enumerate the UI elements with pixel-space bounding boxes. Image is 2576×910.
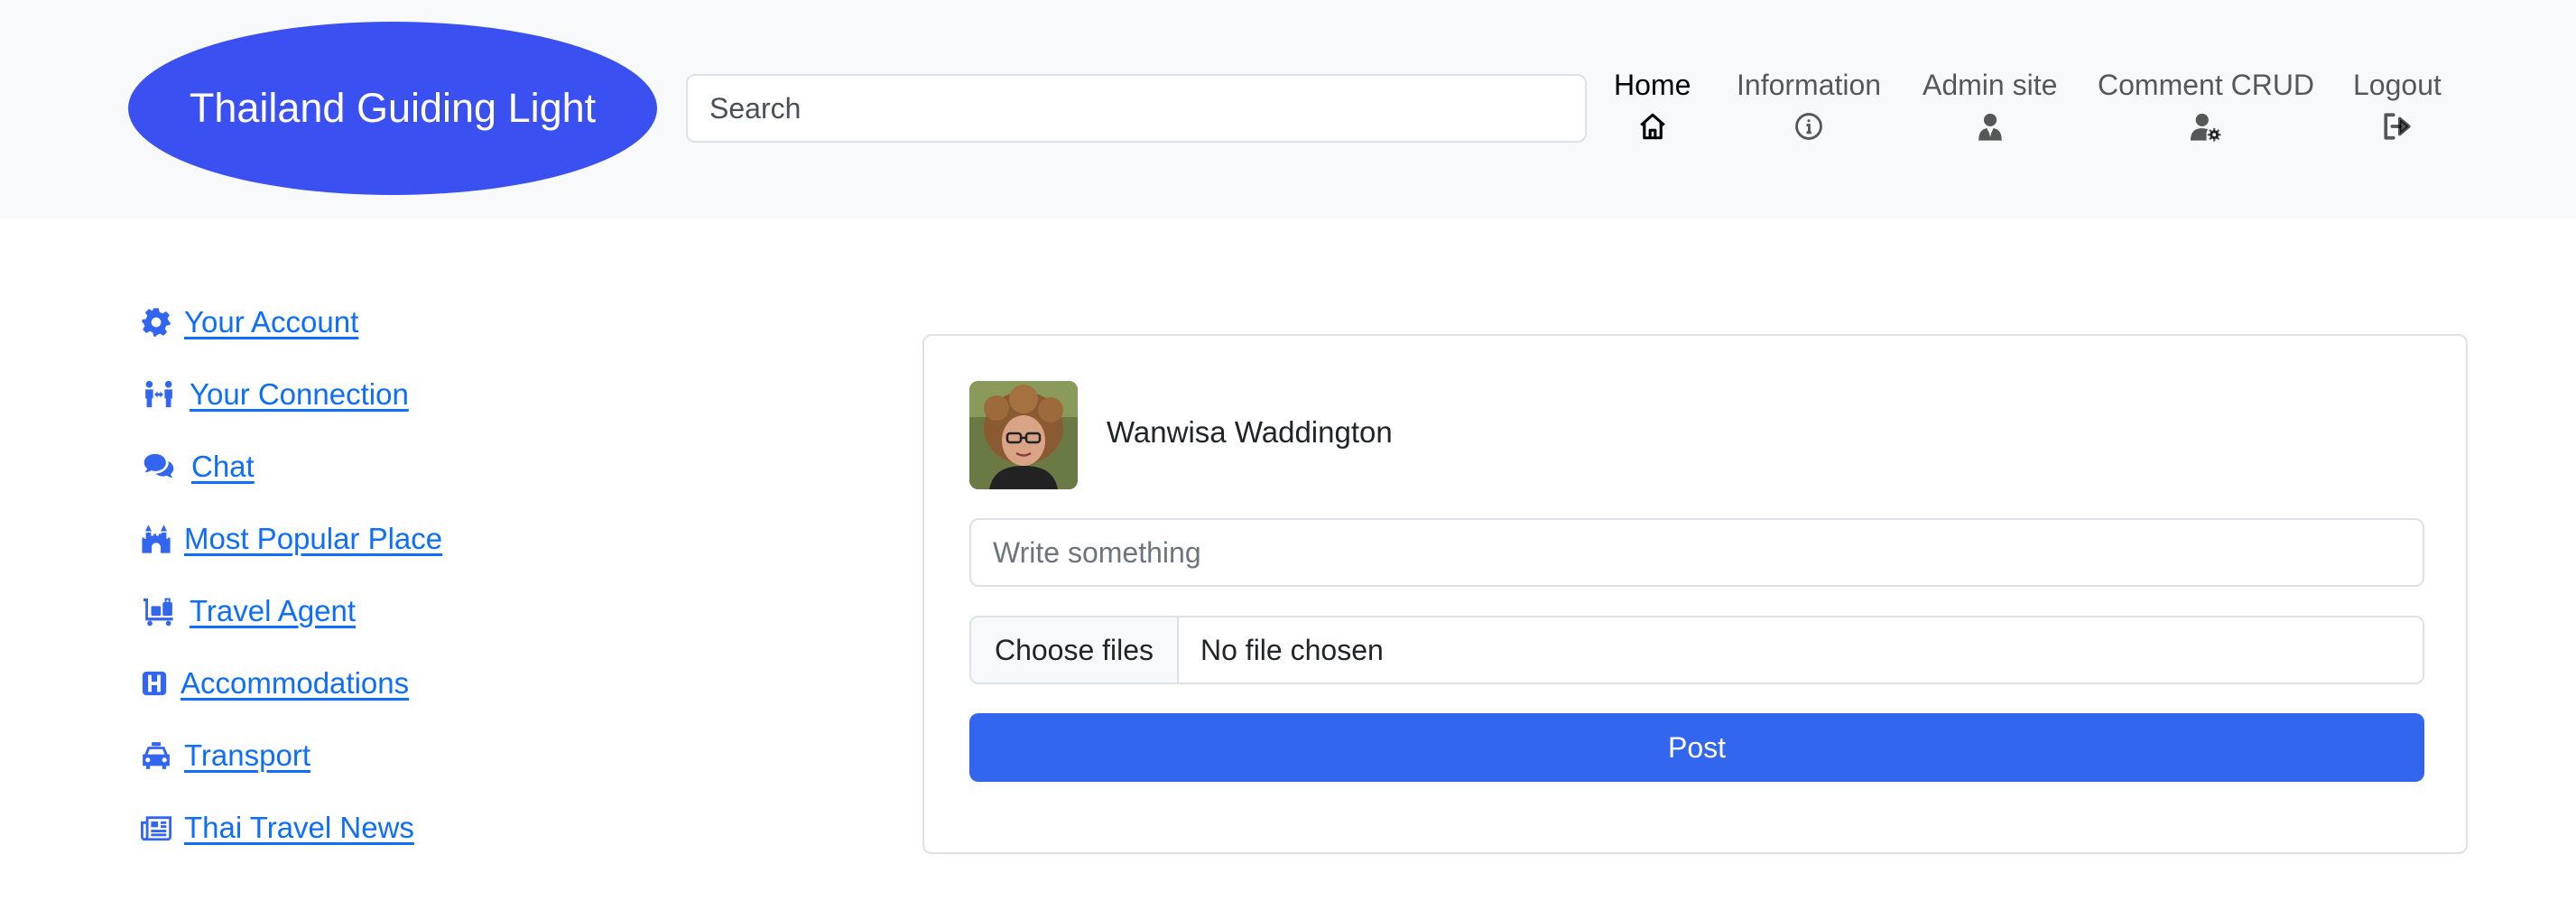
sidebar-link-transport[interactable]: Transport [184, 738, 310, 773]
comments-icon [144, 453, 174, 478]
file-upload-field[interactable]: Choose files No file chosen [969, 616, 2424, 684]
nav-logout-label: Logout [2353, 69, 2442, 101]
luggage-cart-icon [144, 598, 173, 627]
info-circle-icon [1795, 113, 1822, 140]
people-arrows-icon [145, 380, 172, 408]
search-input[interactable] [686, 74, 1587, 143]
post-button[interactable]: Post [969, 713, 2424, 782]
sidebar-item-transport[interactable]: Transport [141, 738, 310, 773]
sidebar-item-accommodations[interactable]: Accommodations [141, 666, 409, 701]
taxi-icon [143, 742, 170, 769]
sidebar-link-most-popular-place[interactable]: Most Popular Place [184, 522, 442, 556]
nav-logout[interactable]: Logout [2353, 69, 2442, 142]
nav-home-label: Home [1614, 69, 1691, 101]
sidebar-link-travel-agent[interactable]: Travel Agent [190, 594, 356, 628]
user-tie-icon [1978, 113, 2002, 141]
top-navbar: Thailand Guiding Light Home Information … [0, 0, 2576, 218]
hotel-h-icon [142, 671, 167, 696]
gear-icon [142, 308, 171, 337]
post-text-input[interactable] [969, 518, 2424, 587]
house-icon [1639, 113, 1665, 140]
newspaper-icon [141, 816, 171, 841]
castle-icon [142, 525, 171, 553]
sidebar-item-your-account[interactable]: Your Account [141, 305, 358, 339]
nav-information[interactable]: Information [1737, 69, 1881, 142]
post-composer: Wanwisa Waddington Choose files No file … [922, 334, 2468, 854]
post-author-name: Wanwisa Waddington [1107, 415, 1393, 449]
file-status-text: No file chosen [1200, 633, 1384, 666]
nav-comment-crud[interactable]: Comment CRUD [2098, 69, 2314, 142]
sidebar-link-thai-travel-news[interactable]: Thai Travel News [184, 811, 414, 845]
avatar [969, 381, 1078, 489]
sidebar-link-chat[interactable]: Chat [191, 450, 255, 484]
nav-admin-site[interactable]: Admin site [1923, 69, 2057, 142]
sign-out-icon [2384, 113, 2411, 140]
nav-information-label: Information [1737, 69, 1882, 101]
sidebar-item-your-connection[interactable]: Your Connection [141, 377, 409, 412]
nav-home[interactable]: Home [1614, 69, 1691, 142]
choose-files-button[interactable]: Choose files [971, 618, 1179, 682]
sidebar-link-your-account[interactable]: Your Account [184, 305, 358, 339]
sidebar-link-your-connection[interactable]: Your Connection [190, 377, 409, 412]
sidebar-item-travel-agent[interactable]: Travel Agent [141, 594, 356, 628]
brand-logo[interactable]: Thailand Guiding Light [128, 22, 657, 195]
sidebar-item-chat[interactable]: Chat [141, 450, 255, 484]
nav-admin-site-label: Admin site [1923, 69, 2058, 101]
user-gear-icon [2191, 113, 2221, 142]
nav-comment-crud-label: Comment CRUD [2098, 69, 2315, 101]
sidebar-link-accommodations[interactable]: Accommodations [181, 666, 409, 701]
sidebar-item-thai-travel-news[interactable]: Thai Travel News [141, 811, 414, 845]
sidebar-item-most-popular-place[interactable]: Most Popular Place [141, 522, 442, 556]
